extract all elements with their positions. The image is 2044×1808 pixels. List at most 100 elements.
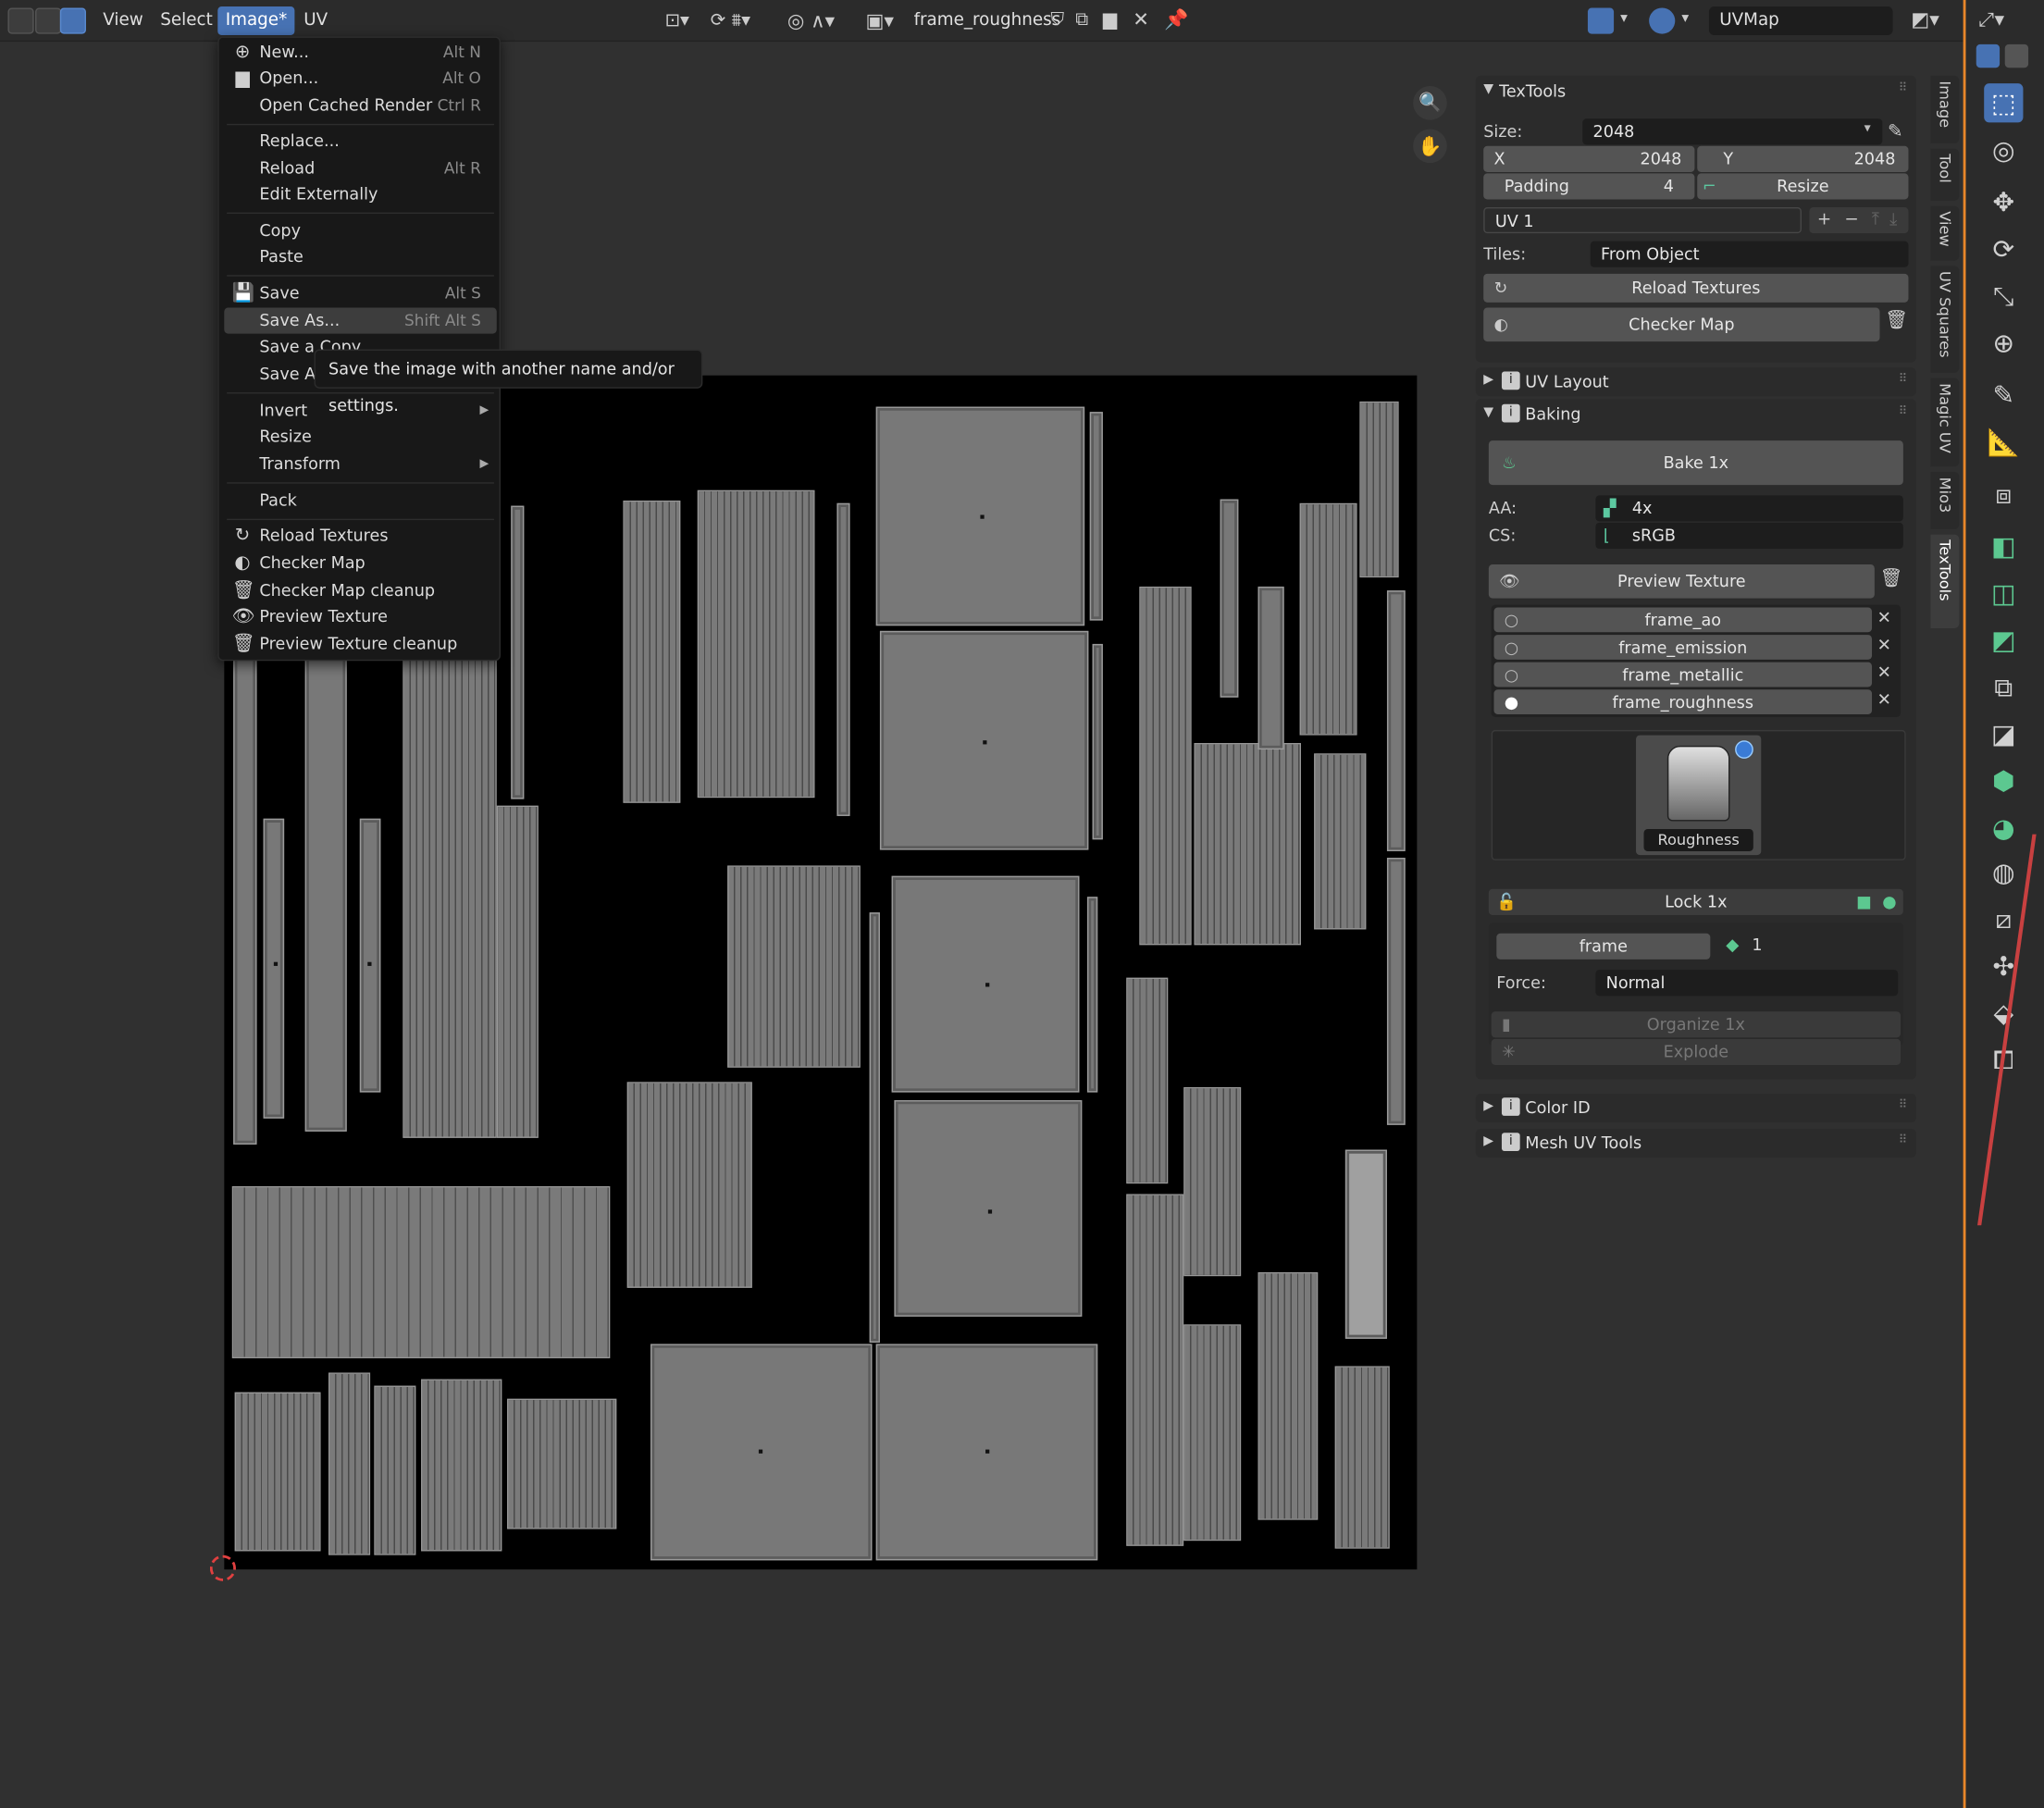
image-browse-icon[interactable]: ▣▾: [865, 9, 894, 32]
drag-handle-icon[interactable]: ⠿: [1899, 82, 1907, 95]
eyedropper-icon[interactable]: ✎: [1888, 121, 1903, 142]
select-extend-mode-icon[interactable]: [2004, 43, 2029, 68]
tab-mio3[interactable]: Mio3: [1930, 471, 1960, 529]
force-dropdown[interactable]: Normal: [1595, 970, 1899, 997]
move-icon[interactable]: ✥: [1984, 182, 2023, 221]
tab-magic-uv[interactable]: Magic UV: [1930, 378, 1960, 467]
bake-mode-ao[interactable]: ○ frame_ao: [1493, 607, 1873, 633]
select-box-mode-icon[interactable]: [1976, 43, 2001, 68]
aa-dropdown[interactable]: ▞ 4x: [1595, 495, 1903, 522]
unlink-icon[interactable]: ✕: [1133, 7, 1149, 31]
uv-channel-dropdown[interactable]: UV 1: [1483, 206, 1802, 234]
annotate-icon[interactable]: ✎: [1984, 376, 2023, 415]
resize-button[interactable]: ⌐ Resize: [1697, 173, 1909, 200]
fake-user-icon[interactable]: ⛉: [1050, 9, 1064, 31]
close-icon[interactable]: ✕: [1877, 691, 1891, 711]
cs-dropdown[interactable]: ⌊ sRGB: [1595, 522, 1903, 550]
bake-mode-metallic[interactable]: ○ frame_metallic: [1493, 662, 1873, 687]
reload-textures-button[interactable]: ↻ Reload Textures: [1483, 273, 1909, 303]
organize-button[interactable]: ▮ Organize 1x: [1491, 1011, 1902, 1038]
tab-uv-squares[interactable]: UV Squares: [1930, 266, 1960, 373]
menu-item-resize[interactable]: Resize: [224, 424, 496, 450]
x-field[interactable]: X 2048: [1483, 145, 1695, 172]
menu-uv[interactable]: UV: [296, 6, 336, 35]
tab-textools[interactable]: TexTools: [1930, 534, 1960, 629]
move-down-icon[interactable]: ⤓: [1879, 210, 1897, 229]
smooth-icon[interactable]: ◍: [1984, 852, 2023, 891]
drag-handle-icon[interactable]: ⠿: [1899, 405, 1907, 418]
size-dropdown[interactable]: 2048: [1582, 118, 1883, 145]
tiles-dropdown[interactable]: From Object: [1590, 241, 1909, 267]
mesh-uv-tools-panel[interactable]: ▶ i Mesh UV Tools ⠿: [1475, 1129, 1916, 1158]
bevel-icon[interactable]: ◩: [1984, 621, 2023, 660]
menu-item-open[interactable]: ▆ Open... Alt O: [224, 65, 496, 91]
tab-image[interactable]: Image: [1930, 75, 1960, 143]
color-id-panel[interactable]: ▶ i Color ID ⠿: [1475, 1093, 1916, 1122]
overlay-icon[interactable]: [1649, 7, 1676, 34]
close-icon[interactable]: ✕: [1877, 609, 1891, 628]
sync-dropdown-icon[interactable]: ▾: [1620, 9, 1628, 26]
add-cube-icon[interactable]: ⧈: [1984, 475, 2023, 514]
menu-item-pack[interactable]: Pack: [224, 488, 496, 514]
transform-icon[interactable]: ⊕: [1984, 323, 2023, 362]
panel-title[interactable]: TexTools: [1499, 79, 1566, 105]
remove-icon[interactable]: −: [1831, 210, 1858, 229]
chevron-right-icon[interactable]: ▶: [1483, 373, 1493, 387]
chevron-down-icon[interactable]: ▼: [1483, 82, 1493, 96]
uv-layout-panel[interactable]: ▶ i UV Layout ⠿: [1475, 367, 1916, 397]
explode-button[interactable]: ✳ Explode: [1491, 1038, 1902, 1065]
menu-item-preview-texture-cleanup[interactable]: 🗑 Preview Texture cleanup: [224, 631, 496, 657]
snap-icon[interactable]: ⟳ ⩩▾: [711, 10, 750, 31]
cursor-icon[interactable]: ◎: [1984, 130, 2023, 169]
trash-icon[interactable]: 🗑: [1885, 310, 1908, 331]
menu-item-reload-textures[interactable]: ↻ Reload Textures: [224, 523, 496, 549]
menu-item-checker-map[interactable]: ◐ Checker Map: [224, 551, 496, 576]
menu-item-save[interactable]: 💾 Save Alt S: [224, 280, 496, 306]
spin-icon[interactable]: ◕: [1984, 808, 2023, 847]
bake-button[interactable]: ♨ Bake 1x: [1488, 440, 1903, 486]
checker-map-button[interactable]: ◐ Checker Map: [1483, 307, 1880, 342]
lock-button[interactable]: 🔓 Lock 1x ■ ●: [1488, 888, 1903, 915]
display-channels-icon[interactable]: ◩▾: [1911, 7, 1939, 31]
scale-icon[interactable]: ⤡: [1984, 277, 2023, 316]
chevron-right-icon[interactable]: ▶: [1483, 1134, 1493, 1148]
menu-item-copy[interactable]: Copy: [224, 217, 496, 243]
chevron-down-icon[interactable]: ▼: [1483, 405, 1493, 419]
pin-icon[interactable]: 📌: [1164, 7, 1188, 31]
menu-view[interactable]: View: [95, 6, 151, 35]
menu-item-replace[interactable]: Replace...: [224, 128, 496, 154]
padding-field[interactable]: Padding 4: [1483, 173, 1695, 200]
pivot-icon[interactable]: ⊡▾: [664, 10, 688, 31]
menu-image[interactable]: Image*: [217, 6, 295, 36]
menu-item-edit-externally[interactable]: Edit Externally: [224, 181, 496, 207]
new-image-icon[interactable]: ⧉: [1075, 9, 1088, 31]
uv-sync-icon[interactable]: [1587, 7, 1615, 34]
menu-item-checker-map-cleanup[interactable]: 🗑 Checker Map cleanup: [224, 577, 496, 603]
open-image-icon[interactable]: ▆: [1103, 9, 1117, 31]
drag-handle-icon[interactable]: ⠿: [1899, 1134, 1907, 1147]
menu-item-save-as[interactable]: Save As... Shift Alt S: [224, 307, 497, 334]
close-icon[interactable]: ✕: [1877, 663, 1891, 683]
2d-cursor-icon[interactable]: [209, 1554, 236, 1581]
menu-item-open-cached-render[interactable]: Open Cached Render Ctrl R: [224, 93, 496, 118]
loop-cut-icon[interactable]: ⧉: [1984, 667, 2023, 706]
bake-mode-roughness[interactable]: ● frame_roughness: [1493, 689, 1873, 715]
menu-item-transform[interactable]: Transform ▶: [224, 451, 496, 477]
edge-slide-icon[interactable]: ⧄: [1984, 899, 2023, 938]
pan-hand-icon[interactable]: ✋: [1413, 129, 1447, 164]
extrude-icon[interactable]: ◧: [1984, 526, 2023, 565]
select-extend-icon[interactable]: [35, 7, 62, 34]
proportional-edit-icon[interactable]: ◎ ∧▾: [787, 9, 835, 32]
measure-icon[interactable]: 📐: [1984, 422, 2023, 461]
bake-mode-emission[interactable]: ○ frame_emission: [1493, 635, 1873, 660]
knife-icon[interactable]: ◪: [1984, 714, 2023, 753]
rotate-icon[interactable]: ⟳: [1984, 229, 2023, 268]
add-icon[interactable]: +: [1809, 210, 1831, 229]
menu-select[interactable]: Select: [153, 6, 220, 35]
overlay-dropdown-icon[interactable]: ▾: [1681, 9, 1689, 26]
trash-icon[interactable]: 🗑: [1879, 568, 1902, 589]
tab-tool[interactable]: Tool: [1930, 148, 1960, 201]
drag-handle-icon[interactable]: ⠿: [1899, 373, 1907, 386]
y-field[interactable]: Y 2048: [1697, 145, 1909, 172]
chevron-right-icon[interactable]: ▶: [1483, 1099, 1493, 1113]
